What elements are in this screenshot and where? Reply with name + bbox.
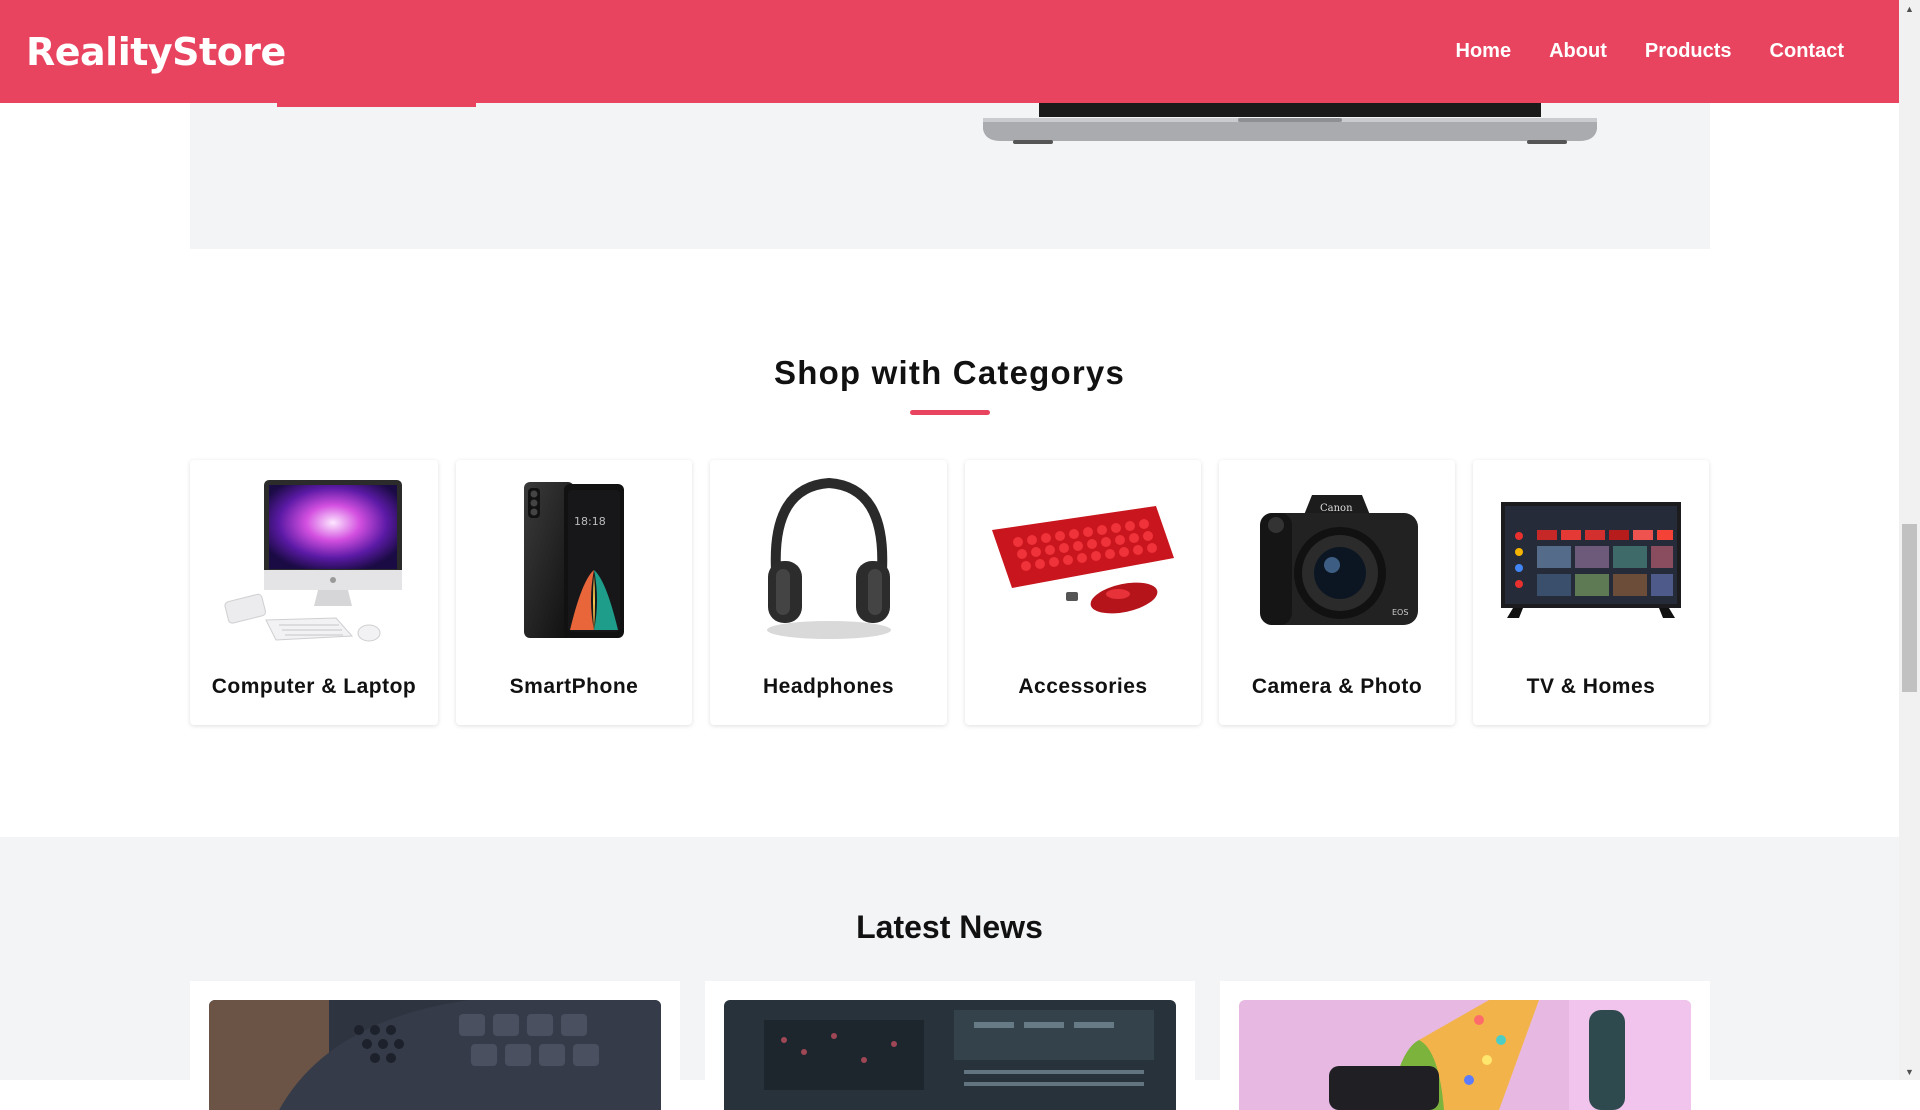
title-underline bbox=[910, 410, 990, 415]
news-card[interactable] bbox=[705, 981, 1195, 1110]
scroll-up-icon[interactable]: ▲ bbox=[1899, 0, 1920, 17]
nav-about[interactable]: About bbox=[1549, 38, 1607, 64]
category-label: TV & Homes bbox=[1526, 675, 1656, 698]
news-image bbox=[1239, 1000, 1691, 1110]
scrollbar-thumb[interactable] bbox=[1902, 524, 1917, 692]
keyboard-mouse-icon bbox=[965, 490, 1201, 630]
main-nav: Home About Products Contact bbox=[1456, 38, 1844, 64]
hero-button-edge[interactable] bbox=[277, 103, 476, 107]
category-label: Camera & Photo bbox=[1251, 675, 1423, 698]
category-card-smartphone[interactable]: 18:18 SmartPhone bbox=[456, 460, 692, 725]
category-label: SmartPhone bbox=[509, 675, 639, 698]
nav-home[interactable]: Home bbox=[1456, 38, 1512, 64]
desktop-computer-icon bbox=[190, 479, 438, 641]
category-card-camera[interactable]: Canon EOS Camera & Photo bbox=[1219, 460, 1455, 725]
news-card[interactable] bbox=[190, 981, 680, 1110]
category-label: Computer & Laptop bbox=[211, 675, 417, 698]
headphones-icon bbox=[710, 477, 947, 639]
category-label: Headphones bbox=[762, 675, 895, 698]
svg-text:EOS: EOS bbox=[1392, 608, 1408, 617]
category-card-accessories[interactable]: Accessories bbox=[965, 460, 1201, 725]
news-card[interactable] bbox=[1220, 981, 1710, 1110]
brand-logo[interactable]: RealityStore bbox=[26, 30, 286, 74]
nav-contact[interactable]: Contact bbox=[1770, 38, 1844, 64]
laptop-image bbox=[983, 103, 1597, 144]
category-card-tv[interactable]: TV & Homes bbox=[1473, 460, 1709, 725]
camera-icon: Canon EOS bbox=[1219, 490, 1455, 630]
site-header: RealityStore Home About Products Contact bbox=[0, 0, 1899, 103]
svg-text:Canon: Canon bbox=[1320, 503, 1353, 514]
nav-products[interactable]: Products bbox=[1645, 38, 1732, 64]
svg-text:18:18: 18:18 bbox=[574, 515, 606, 528]
category-label: Accessories bbox=[1018, 675, 1148, 698]
news-image bbox=[209, 1000, 661, 1110]
category-card-headphones[interactable]: Headphones bbox=[710, 460, 947, 725]
scroll-down-icon[interactable]: ▼ bbox=[1899, 1063, 1920, 1080]
news-image bbox=[724, 1000, 1176, 1110]
categories-title: Shop with Categorys bbox=[774, 354, 1125, 391]
television-icon bbox=[1473, 490, 1709, 630]
news-title: Latest News bbox=[856, 909, 1043, 945]
smartphone-icon: 18:18 bbox=[456, 482, 692, 638]
category-card-computer[interactable]: Computer & Laptop bbox=[190, 460, 438, 725]
vertical-scrollbar[interactable]: ▲ ▼ bbox=[1899, 0, 1920, 1080]
